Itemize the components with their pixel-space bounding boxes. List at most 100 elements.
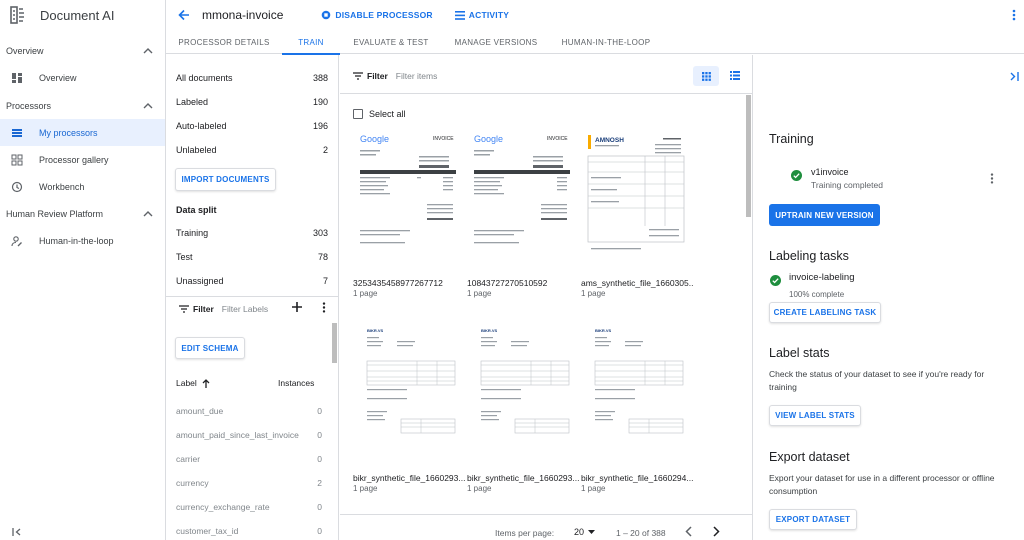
tab-bar: PROCESSOR DETAILS TRAIN EVALUATE & TEST …	[166, 30, 1024, 55]
document-filter-bar[interactable]: Filter Filter items	[353, 71, 437, 81]
power-icon	[321, 10, 335, 20]
back-arrow-icon[interactable]	[178, 9, 190, 21]
label-name: amount_paid_since_last_invoice	[176, 430, 299, 440]
select-all[interactable]: Select all	[353, 109, 406, 119]
table-row[interactable]: currency_exchange_rate 0	[176, 502, 322, 512]
count-auto-labeled[interactable]: Auto-labeled 196	[176, 121, 328, 131]
filter-items-input[interactable]: Filter items	[396, 71, 438, 81]
table-row[interactable]: customer_tax_id 0	[176, 526, 322, 536]
document-thumbnail[interactable]: BIKR.VS	[585, 323, 689, 451]
list-view-toggle[interactable]	[730, 71, 740, 80]
nav-section-processors[interactable]: Processors	[0, 93, 165, 119]
items-per-page-select[interactable]: 20	[574, 527, 596, 537]
count-labeled[interactable]: Labeled 190	[176, 97, 328, 107]
document-pages: 1 page	[467, 289, 492, 298]
row-count: 2	[322, 145, 328, 155]
nav-section-human-review[interactable]: Human Review Platform	[0, 201, 165, 227]
more-vert-icon[interactable]	[990, 173, 994, 184]
sidebar-item-label: Workbench	[39, 181, 85, 192]
filter-labels-input[interactable]: Filter Labels	[222, 304, 268, 314]
chevron-up-icon	[143, 211, 153, 217]
document-name: bikr_synthetic_file_1660293...	[467, 473, 579, 483]
sidebar-item-overview[interactable]: Overview	[0, 64, 165, 91]
document-thumbnail[interactable]: Google INVOICE	[471, 132, 575, 260]
add-label-icon[interactable]	[292, 302, 302, 312]
label-count: 0	[317, 454, 322, 464]
label-name: carrier	[176, 454, 201, 464]
header-bar: mmona-invoice DISABLE PROCESSOR ACTIVITY	[166, 0, 1024, 30]
dataset-panel: All documents 388 Labeled 190 Auto-labeled…	[166, 55, 339, 540]
split-test[interactable]: Test 78	[176, 252, 328, 262]
check-circle-icon	[791, 170, 802, 181]
thumbnail-logo-text: BIKR.VS	[367, 328, 384, 333]
sidebar-item-processor-gallery[interactable]: Processor gallery	[0, 146, 165, 173]
version-name[interactable]: v1invoice	[811, 167, 849, 177]
create-labeling-task-button[interactable]: CREATE LABELING TASK	[769, 302, 881, 323]
document-thumbnail[interactable]: BIKR.VS	[357, 323, 461, 451]
table-row[interactable]: carrier 0	[176, 454, 322, 464]
nav-section-overview[interactable]: Overview	[0, 38, 165, 64]
label-list-scrollbar[interactable]	[332, 323, 337, 363]
sidebar-item-label: Processor gallery	[39, 154, 109, 165]
activity-button[interactable]: ACTIVITY	[454, 10, 509, 20]
app-brand[interactable]: Document AI	[0, 0, 165, 30]
document-pages: 1 page	[353, 484, 378, 493]
tab-processor-details[interactable]: PROCESSOR DETAILS	[166, 30, 282, 54]
view-label-stats-button[interactable]: VIEW LABEL STATS	[769, 405, 861, 426]
document-thumbnail[interactable]: Google INVOICE	[357, 132, 461, 260]
thumbnail-logo-text: BIKR.VS	[481, 328, 498, 333]
tab-human-in-the-loop[interactable]: HUMAN-IN-THE-LOOP	[550, 30, 662, 54]
row-label: Unlabeled	[176, 145, 217, 155]
collapse-panel-icon[interactable]	[1010, 72, 1019, 81]
training-side-panel: Training v1invoice Training completed UP…	[752, 55, 1024, 540]
table-row[interactable]: amount_paid_since_last_invoice 0	[176, 430, 322, 440]
thumbnail-heading-text: INVOICE	[547, 136, 568, 142]
label-count: 0	[317, 502, 322, 512]
split-training[interactable]: Training 303	[176, 228, 328, 238]
uptrain-new-version-button[interactable]: UPTRAIN NEW VERSION	[769, 204, 880, 226]
table-row[interactable]: currency 2	[176, 478, 322, 488]
document-name: ams_synthetic_file_1660305...	[581, 278, 693, 288]
document-thumbnail[interactable]: BIKR.VS	[471, 323, 575, 451]
row-count: 78	[317, 252, 328, 262]
more-vert-icon[interactable]	[1012, 9, 1016, 21]
instances-column-header: Instances	[278, 378, 315, 388]
collapse-nav-icon[interactable]	[12, 528, 22, 536]
tab-train[interactable]: TRAIN	[282, 30, 340, 55]
document-pages: 1 page	[353, 289, 378, 298]
count-all-documents[interactable]: All documents 388	[176, 73, 328, 83]
disable-processor-button[interactable]: DISABLE PROCESSOR	[321, 10, 433, 20]
grid-view-icon	[701, 71, 711, 81]
split-unassigned[interactable]: Unassigned 7	[176, 276, 328, 286]
edit-schema-button[interactable]: EDIT SCHEMA	[175, 337, 245, 359]
document-thumbnail[interactable]: AMNOSH	[585, 132, 689, 260]
label-filter-bar[interactable]: Filter Filter Labels	[179, 304, 268, 314]
document-pages: 1 page	[581, 289, 606, 298]
label-count: 2	[317, 478, 322, 488]
sidebar-item-workbench[interactable]: Workbench	[0, 173, 165, 200]
tab-manage-versions[interactable]: MANAGE VERSIONS	[442, 30, 550, 54]
previous-page-icon[interactable]	[685, 526, 692, 537]
labeling-task-name[interactable]: invoice-labeling	[789, 272, 854, 283]
select-all-checkbox[interactable]	[353, 109, 363, 119]
labeling-tasks-title: Labeling tasks	[769, 249, 849, 263]
export-dataset-button[interactable]: EXPORT DATASET	[769, 509, 857, 530]
export-dataset-title: Export dataset	[769, 450, 850, 464]
grid-scrollbar[interactable]	[746, 95, 751, 217]
sidebar-item-label: Overview	[39, 72, 77, 83]
count-unlabeled[interactable]: Unlabeled 2	[176, 145, 328, 155]
tab-evaluate-test[interactable]: EVALUATE & TEST	[340, 30, 442, 54]
sidebar-item-my-processors[interactable]: My processors	[0, 119, 165, 146]
import-documents-button[interactable]: IMPORT DOCUMENTS	[175, 168, 276, 191]
row-label: Labeled	[176, 97, 209, 107]
next-page-icon[interactable]	[713, 526, 720, 537]
document-name: bikr_synthetic_file_1660294...	[581, 473, 693, 483]
grid-view-toggle[interactable]	[693, 66, 719, 86]
more-vert-icon[interactable]	[322, 302, 326, 313]
document-grid-panel: Filter Filter items Select all Google INV…	[340, 55, 752, 540]
table-row[interactable]: amount_due 0	[176, 406, 322, 416]
sidebar-item-human-in-the-loop[interactable]: Human-in-the-loop	[0, 227, 165, 254]
label-column-header[interactable]: Label	[176, 378, 210, 388]
row-label: Unassigned	[176, 276, 224, 286]
sidebar-item-label: Human-in-the-loop	[39, 235, 114, 246]
